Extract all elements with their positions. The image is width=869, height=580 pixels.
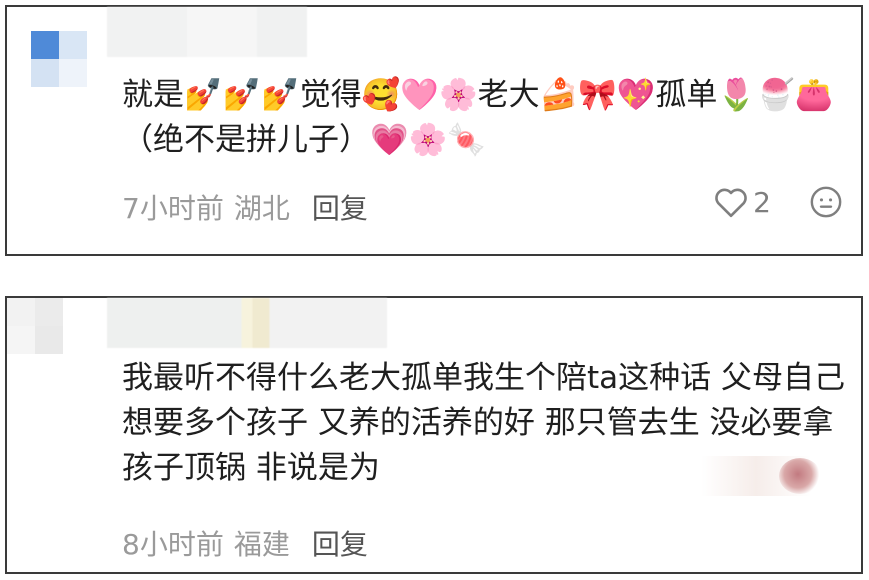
avatar[interactable] [7,298,63,354]
reply-button[interactable]: 回复 [312,523,368,563]
location: 福建 [233,528,290,561]
heart-outline-icon [715,188,747,218]
neutral-face-icon[interactable] [809,185,843,219]
blurred-username [107,7,307,57]
avatar[interactable] [31,31,87,87]
reply-button[interactable]: 回复 [312,187,368,227]
comment-card: 我最听不得什么老大孤单我生个陪ta这种话 父母自己想要多个孩子 又养的活养的好 … [5,296,863,574]
comment-meta: 7小时前 湖北 回复 [122,187,368,227]
timestamp: 7小时前 [122,192,224,225]
like-count: 2 [753,185,771,219]
pig-sticker-icon [779,458,821,494]
comment-text: 就是💅💅💅觉得🥰🩷🌸老大🍰🎀💖孤单🌷🍧👛（绝不是拼儿子）💗🌸🍬 [122,77,834,158]
comment-actions: 2 [713,185,843,219]
comment-card: 就是💅💅💅觉得🥰🩷🌸老大🍰🎀💖孤单🌷🍧👛（绝不是拼儿子）💗🌸🍬 7小时前 湖北 … [5,5,863,256]
comment-meta: 8小时前 福建 回复 [122,523,368,563]
like-button[interactable]: 2 [713,186,771,219]
blurred-username [107,298,387,348]
location: 湖北 [233,192,290,225]
timestamp: 8小时前 [122,528,224,561]
